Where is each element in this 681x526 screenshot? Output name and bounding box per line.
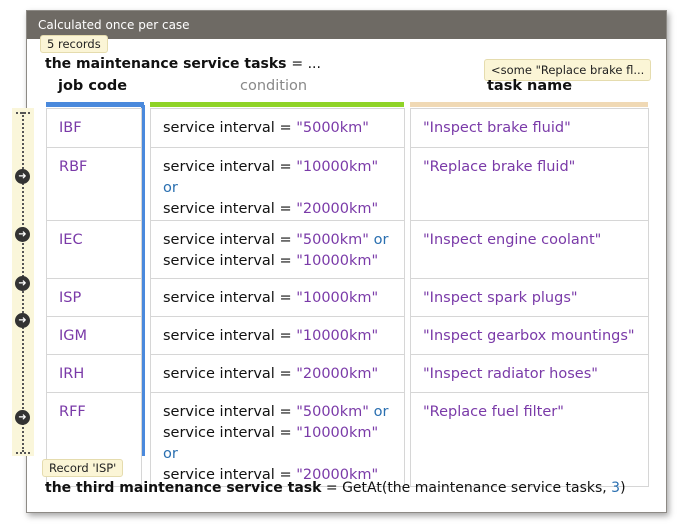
records-badge: 5 records [40,35,108,53]
column-header-condition[interactable]: condition [240,78,307,94]
condition-line: service interval = "10000km" or [163,425,379,462]
definition-line[interactable]: the maintenance service tasks = ... [45,56,321,72]
result-operator: = [325,480,338,496]
row-nav-arrow-icon[interactable]: ➜ [15,276,30,291]
cell-task-name[interactable]: "Inspect gearbox mountings" [410,316,649,355]
cell-task-name[interactable]: "Replace brake fluid" [410,147,649,221]
decision-table: IBF service interval = "5000km" "Inspect… [46,108,649,487]
cell-task-name[interactable]: "Inspect radiator hoses" [410,354,649,393]
row-nav-arrow-icon[interactable]: ➜ [15,169,30,184]
result-index: 3 [611,480,621,496]
table-row[interactable]: RBF service interval = "10000km" or serv… [46,147,649,221]
code-column-bar [46,102,144,107]
table-row[interactable]: RFF service interval = "5000km" or servi… [46,392,649,487]
condition-line: service interval = "5000km" or [163,232,389,248]
cell-task-name[interactable]: "Inspect engine coolant" [410,220,649,279]
definition-operator: = ... [291,56,321,72]
result-name[interactable]: the third maintenance service task [45,480,321,496]
table-row[interactable]: IEC service interval = "5000km" or servi… [46,220,649,279]
cell-condition[interactable]: service interval = "10000km" or service … [150,147,405,221]
condition-line: service interval = "5000km" or [163,404,389,420]
condition-line: service interval = "10000km" or [163,159,379,196]
condition-line: service interval = "10000km" [163,253,379,269]
cell-task-name[interactable]: "Inspect spark plugs" [410,278,649,317]
result-argument: the maintenance service tasks, [387,480,612,496]
column-header-code[interactable]: job code [58,78,127,94]
result-close: ) [620,480,626,496]
cell-task-name[interactable]: "Inspect brake fluid" [410,108,649,148]
record-badge: Record 'ISP' [42,459,124,477]
table-row[interactable]: ISP service interval = "10000km" "Inspec… [46,278,649,317]
cell-condition[interactable]: service interval = "20000km" [150,354,405,393]
cell-task-name[interactable]: "Replace fuel filter" [410,392,649,487]
condition-column-bar [150,102,404,107]
condition-line: service interval = "10000km" [163,328,379,344]
definition-name[interactable]: the maintenance service tasks [45,56,287,72]
condition-line: service interval = "5000km" [163,120,369,136]
frame-header: Calculated once per case [27,11,666,39]
rail-tick-bottom [16,452,30,454]
condition-line: service interval = "20000km" [163,201,379,217]
result-function: GetAt( [342,480,388,496]
table-row[interactable]: IGM service interval = "10000km" "Inspec… [46,316,649,355]
cell-job-code[interactable]: IBF [46,108,142,148]
column-header-task[interactable]: task name [487,78,572,94]
cell-condition[interactable]: service interval = "5000km" [150,108,405,148]
cell-job-code[interactable]: RBF [46,147,142,221]
task-column-bar [410,102,648,107]
cell-job-code[interactable]: IRH [46,354,142,393]
row-nav-arrow-icon[interactable]: ➜ [15,410,30,425]
cell-job-code[interactable]: ISP [46,278,142,317]
rail-tick-top [16,112,30,114]
row-nav-arrow-icon[interactable]: ➜ [15,313,30,328]
condition-line: service interval = "20000km" [163,366,379,382]
row-nav-arrow-icon[interactable]: ➜ [15,227,30,242]
result-line[interactable]: the third maintenance service task = Get… [45,480,626,496]
cell-job-code[interactable]: IGM [46,316,142,355]
cell-condition[interactable]: service interval = "10000km" [150,278,405,317]
cell-job-code[interactable]: IEC [46,220,142,279]
cell-condition[interactable]: service interval = "10000km" [150,316,405,355]
table-row[interactable]: IRH service interval = "20000km" "Inspec… [46,354,649,393]
cell-condition[interactable]: service interval = "5000km" or service i… [150,392,405,487]
condition-line: service interval = "10000km" [163,290,379,306]
cell-condition[interactable]: service interval = "5000km" or service i… [150,220,405,279]
table-row[interactable]: IBF service interval = "5000km" "Inspect… [46,108,649,148]
